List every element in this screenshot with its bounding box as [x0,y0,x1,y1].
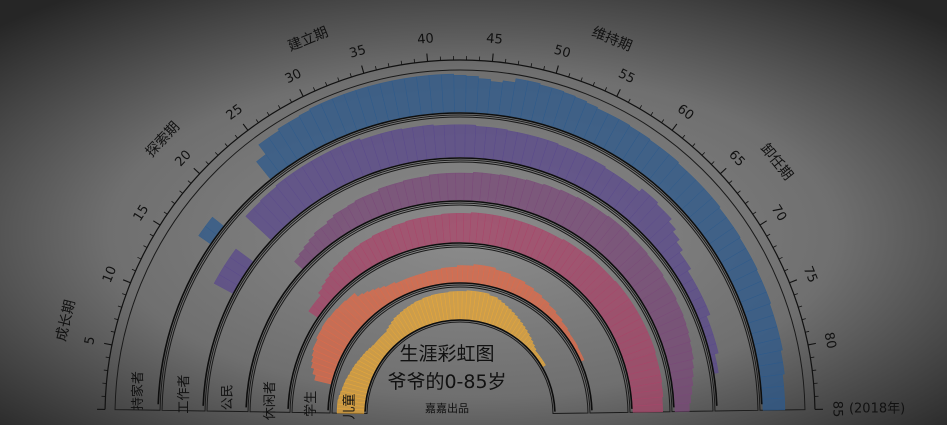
series-0-bar [453,75,467,113]
series-2-bar [673,394,692,404]
age-axis-minor-tick [812,369,817,371]
series-0-bar [441,73,455,113]
series-1-bar [443,124,456,158]
age-tick-label: 80 [821,331,839,350]
series-4-bar [451,266,458,283]
series-5-label: 儿童 [341,394,357,420]
age-axis-end-note: (2018年) [849,402,905,417]
age-axis-major-tick [491,53,494,62]
series-4-label: 学生 [303,391,319,417]
series-4-bar [457,265,463,283]
chart-title: 生涯彩虹图 [399,343,494,365]
chart-svg: 持家者 工作者 公民 休闲者 学生 儿童 510152025303540 455055606… [0,0,947,425]
series-3-bar [448,213,458,243]
series-0-bar [465,75,479,113]
series-1-label: 工作者 [177,375,192,414]
age-axis-major-tick [426,53,429,62]
series-0-bar [761,385,785,400]
series-3-label: 休闲者 [263,381,278,420]
series-2-bar [455,172,465,201]
chart-credit: 嘉嘉出品 [425,401,469,415]
age-axis-minor-tick [504,58,507,63]
series-3-bar [456,213,464,243]
series-2-bar [446,172,457,201]
age-tick-label: 85 [829,401,844,418]
age-tick-label: 45 [486,31,504,47]
series-5-bar [457,291,463,320]
age-tick-label: 40 [417,31,435,47]
age-axis-minor-tick [103,369,108,371]
chart-subtitle: 爷爷的0-85岁 [387,371,506,393]
series-2-bar [674,402,690,412]
life-career-rainbow-chart: 持家者 工作者 公民 休闲者 学生 儿童 5 10 15 20 25 30 35 40 45 50 55 60 6… [0,0,947,425]
series-2-label: 公民 [221,384,236,410]
series-0-bar [762,397,786,411]
series-1-bar [454,124,466,158]
series-0-label: 持家者 [130,371,146,410]
series-3-bar [632,404,663,413]
age-axis-minor-tick [413,58,416,63]
